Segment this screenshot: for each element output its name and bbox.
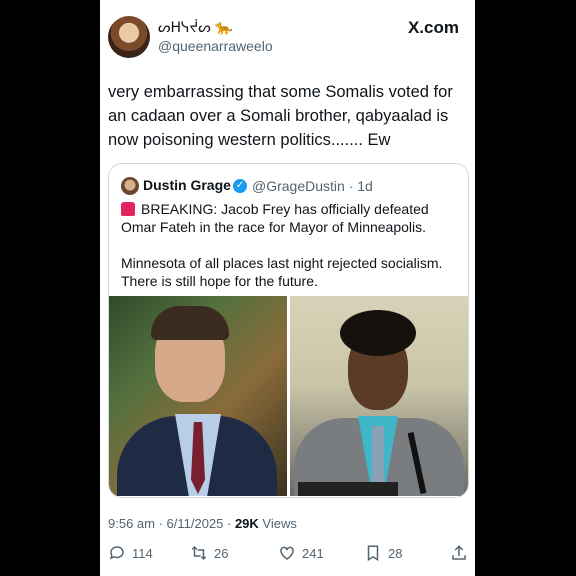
bookmark-count: 28	[388, 545, 403, 561]
tweet-text: very embarrassing that some Somalis vote…	[108, 83, 453, 149]
photo-omar-fateh[interactable]	[290, 296, 468, 496]
repost-icon	[191, 545, 207, 561]
laptop	[298, 482, 398, 496]
repost-count: 26	[214, 545, 229, 561]
reply-count: 114	[132, 545, 153, 561]
photo-jacob-frey[interactable]	[109, 296, 287, 496]
quote-handle-time: @GrageDustin · 1d	[252, 178, 373, 194]
quote-line-1: BREAKING: Jacob Frey has officially defe…	[121, 201, 429, 235]
reply-icon	[109, 546, 124, 560]
tweet-card: ᔕᕼᓭᔫᔕ 🐆 @queenarraweelo X.com very embar…	[100, 0, 475, 576]
verified-icon: ✓	[233, 179, 247, 193]
time-date: 9:56 am · 6/11/2025 ·	[108, 516, 235, 531]
repost-button[interactable]: 26	[190, 544, 228, 562]
siren-icon	[121, 202, 135, 216]
x-logo: X.com	[407, 18, 459, 37]
share-icon	[452, 545, 466, 560]
like-button[interactable]: 241	[278, 544, 324, 562]
tweet-meta: 9:56 am · 6/11/2025 · 29K Views	[108, 516, 297, 531]
photo-hair	[340, 310, 416, 356]
like-count: 241	[302, 545, 324, 561]
photo-hair	[151, 306, 229, 340]
avatar[interactable]	[108, 16, 150, 58]
views-label: Views	[258, 516, 297, 531]
quote-line-2: Minnesota of all places last night rejec…	[121, 255, 443, 289]
user-handle[interactable]: @queenarraweelo	[158, 38, 273, 54]
quote-author-name[interactable]: Dustin Grage	[143, 177, 231, 193]
quote-text: BREAKING: Jacob Frey has officially defe…	[121, 200, 461, 290]
quote-avatar[interactable]	[121, 177, 139, 195]
reply-button[interactable]: 114	[108, 544, 153, 562]
share-button[interactable]	[450, 544, 468, 562]
display-name[interactable]: ᔕᕼᓭᔫᔕ 🐆	[158, 20, 233, 36]
action-bar: 114 26 241 28	[108, 544, 468, 566]
bookmark-icon	[367, 545, 379, 562]
views-count: 29K	[234, 516, 259, 531]
quoted-tweet[interactable]: Dustin Grage ✓ @GrageDustin · 1d BREAKIN…	[108, 163, 469, 498]
like-icon	[280, 546, 294, 560]
bookmark-button[interactable]: 28	[364, 544, 402, 562]
